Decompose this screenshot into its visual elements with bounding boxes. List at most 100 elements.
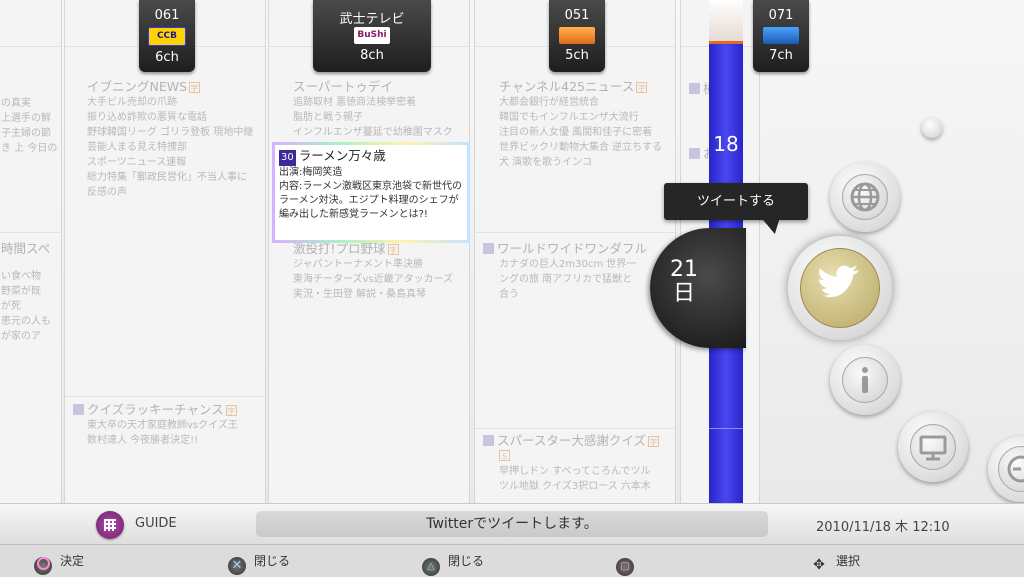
channel-header-8ch[interactable]: 武士テレビ BuShi 8ch	[313, 0, 431, 72]
program-desc-line: の真実	[1, 98, 31, 109]
timeline-now-cap	[709, 0, 743, 44]
program-desc-line: い食べ物	[1, 271, 41, 282]
popup-cast: 出演:梅岡笑造	[279, 167, 343, 178]
program-title: 時間スペ	[1, 241, 51, 256]
channel-column-1: イブニングNEWS 字 大手ビル売却の爪跡 振り込め詐欺の悪質な電話 野球韓国リー…	[64, 0, 266, 503]
program-desc-line: 早押しドン すべってころんでツル	[499, 466, 651, 477]
program-cell[interactable]: スパースター大感謝クイズ字 S 早押しドン すべってころんでツル ツル地獄 クイ…	[483, 432, 675, 494]
program-desc-line: ツル地獄 クイズ3択ロース 六本木	[499, 481, 651, 492]
channel-header-5ch[interactable]: 051 5ch	[549, 0, 605, 72]
program-desc-line: 子主婦の節	[1, 128, 51, 139]
control-hint-square[interactable]: □	[616, 545, 642, 577]
triangle-icon: △	[422, 558, 440, 576]
program-desc-line: が死	[1, 301, 21, 312]
info-marker-icon: 字	[225, 405, 237, 416]
info-icon	[862, 367, 868, 393]
program-cell[interactable]: 時間スペ い食べ物 野菜が既 が死 患元の人も が家のア	[1, 240, 51, 344]
program-desc-line: 総力特集「郵政民営化」不当人事に反感の声	[87, 172, 247, 198]
twitter-bird-icon	[819, 265, 859, 298]
program-desc-line: 振り込め詐欺の悪質な電話	[87, 112, 207, 123]
guide-label: GUIDE	[135, 516, 177, 531]
program-desc-line: ジャパントーナメント準決勝	[293, 259, 423, 270]
control-hint-label: 決定	[60, 554, 85, 568]
program-cell[interactable]: の真実 上選手の鮮 子主婦の節 き 上 今日の	[1, 96, 57, 156]
program-cell[interactable]: ワールドワイドワンダフル カナダの巨人2m30cm 世界一 ングの旅 南アフリカ…	[483, 240, 675, 302]
info-marker-icon: S	[499, 450, 510, 461]
tweet-tooltip: ツイートする	[664, 183, 808, 220]
info-marker-icon: 字	[648, 436, 660, 447]
dpad-icon: ✥	[813, 557, 825, 573]
program-cell[interactable]: チャンネル425ニュース字 大都会銀行が経営統合 韓国でもインフルエンザ大流行 …	[499, 78, 671, 170]
program-cell[interactable]: クイズラッキーチャンス字 東大卒の天才家庭教師vsクイズ王 数村達人 今夜勝者決…	[73, 401, 263, 448]
time-marker-icon	[73, 404, 84, 415]
program-desc-line: 大都会銀行が経営統合	[499, 97, 599, 108]
program-desc-line: 注目の新人女優 風間和佳子に密着	[499, 127, 653, 138]
web-browser-button[interactable]	[830, 162, 900, 232]
program-desc-line: インフルエンザ蔓延で幼稚園マスク	[293, 127, 453, 138]
control-hint-select[interactable]: ✥ 選択	[810, 545, 860, 577]
program-desc-line: 追跡取材 悪徳商法検挙密着	[293, 97, 417, 108]
program-desc-line: 上選手の鮮	[1, 113, 51, 124]
control-hint-bar: 決定 ✕ 閉じる △ 閉じる □ ✥ 選択	[0, 544, 1024, 577]
program-desc-line: 芸能人まる見え特捜部	[87, 142, 187, 153]
channel-label: 6ch	[155, 50, 179, 65]
program-desc-line: き 上 今日の	[1, 143, 58, 154]
info-marker-icon: 字	[636, 82, 648, 93]
program-desc-line: 世界ビックリ動物大集合 逆立ちする犬 演歌を歌うインコ	[499, 142, 663, 168]
popup-content: 内容:ラーメン激戦区東京池袋で新世代のラーメン対決。エジプト料理のシェフが編み出…	[279, 181, 462, 220]
cross-icon: ✕	[228, 557, 246, 575]
program-desc-line: 東海チーターズvs近畿アタッカーズ	[293, 274, 454, 285]
status-bar: GUIDE Twitterでツイートします。 2010/11/18 木 12:1…	[0, 503, 1024, 544]
time-marker-icon	[689, 148, 700, 159]
control-hint-close-2[interactable]: △ 閉じる	[422, 545, 484, 577]
program-cell[interactable]: スーパートゥデイ 追跡取材 悪徳商法検挙密着 脂肪と戦う親子 インフルエンザ蔓延…	[293, 78, 468, 140]
program-desc-line: 野球韓国リーグ ゴリラ登板 現地中継	[87, 127, 254, 138]
program-desc-line: スポーツニュース速報	[87, 157, 187, 168]
channel-number: 061	[154, 8, 180, 23]
channel-number: 071	[768, 8, 794, 23]
program-title: スーパートゥデイ	[293, 79, 393, 94]
tv-button[interactable]	[898, 412, 968, 482]
day-unit: 日	[672, 281, 695, 306]
channel-column-0: の真実 上選手の鮮 子主婦の節 き 上 今日の 時間スペ い食べ物 野菜が既 が…	[0, 0, 62, 503]
channel-header-6ch[interactable]: 061 CCB 6ch	[139, 0, 195, 72]
program-desc-line: 数村達人 今夜勝者決定!!	[87, 435, 199, 446]
channel-logo: BuShi	[354, 27, 390, 44]
popup-title: ラーメン万々歳	[298, 148, 386, 163]
program-detail-popup[interactable]: 30 ラーメン万々歳 出演:梅岡笑造 内容:ラーメン激戦区東京池袋で新世代のラーメ…	[272, 142, 470, 243]
control-hint-confirm[interactable]: 決定	[34, 545, 84, 577]
day-number: 21	[670, 257, 698, 282]
small-orb-icon	[922, 118, 942, 138]
time-marker-icon	[483, 435, 494, 446]
program-desc-line: 野菜が既	[1, 286, 41, 297]
control-hint-label: 閉じる	[254, 554, 291, 568]
program-title: ワールドワイドワンダフル	[497, 241, 648, 256]
program-desc-line: ングの旅 南アフリカで猛獣と	[499, 274, 633, 285]
program-cell[interactable]: 激投打!プロ野球字 ジャパントーナメント準決勝 東海チーターズvs近畿アタッカー…	[293, 240, 468, 302]
guide-grid-icon[interactable]	[96, 511, 124, 539]
channel-label: 7ch	[769, 48, 793, 63]
program-title: チャンネル425ニュース	[499, 79, 635, 94]
twitter-button[interactable]	[788, 236, 892, 340]
channel-number: 051	[564, 8, 590, 23]
program-title: イブニングNEWS	[87, 79, 188, 94]
control-hint-close[interactable]: ✕ 閉じる	[228, 545, 290, 577]
channel-name: 武士テレビ	[339, 12, 405, 27]
channel-column-3: チャンネル425ニュース字 大都会銀行が経営統合 韓国でもインフルエンザ大流行 …	[474, 0, 676, 503]
date-time: 2010/11/18 木 12:10	[816, 520, 950, 535]
channel-label: 8ch	[360, 48, 384, 63]
program-desc-line: が家のア	[1, 331, 41, 342]
time-marker-icon	[689, 83, 700, 94]
message-bar: Twitterでツイートします。	[256, 511, 768, 537]
program-desc-line: 東大卒の天才家庭教師vsクイズ王	[87, 420, 238, 431]
channel-logo: CCB	[148, 27, 186, 46]
control-hint-label: 選択	[836, 554, 861, 568]
channel-header-7ch[interactable]: 071 7ch	[753, 0, 809, 72]
program-cell[interactable]: イブニングNEWS 字 大手ビル売却の爪跡 振り込め詐欺の悪質な電話 野球韓国リー…	[87, 78, 262, 200]
channel-column-2: スーパートゥデイ 追跡取材 悪徳商法検挙密着 脂肪と戦う親子 インフルエンザ蔓延…	[268, 0, 470, 503]
channel-logo-image	[559, 27, 595, 44]
program-desc-line: 大手ビル売却の爪跡	[87, 97, 177, 108]
info-button[interactable]	[830, 345, 900, 415]
program-desc-line: 合う	[499, 289, 519, 300]
channel-label: 5ch	[565, 48, 589, 63]
